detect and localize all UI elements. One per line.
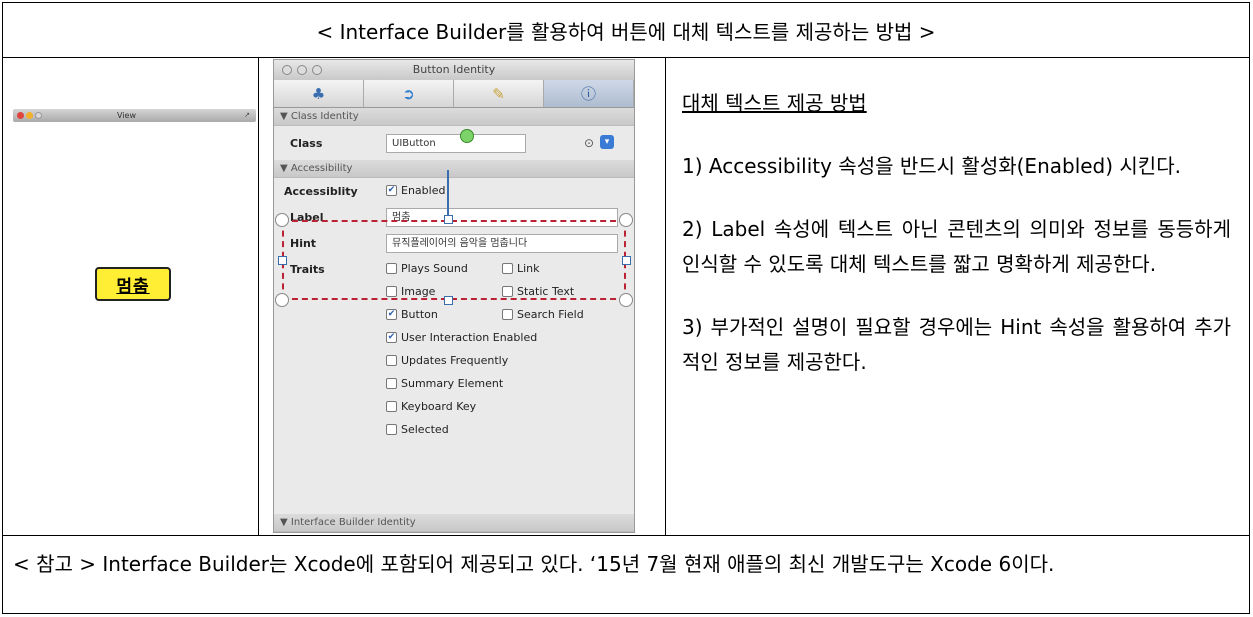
selected-checkbox[interactable]: Selected [386, 423, 449, 436]
view-window-titlebar: View ↗ [13, 109, 256, 122]
keyboard-key-checkbox[interactable]: Keyboard Key [386, 400, 476, 413]
checkmark-icon: ✔ [386, 185, 397, 196]
view-screenshot-cell: View ↗ 멈춤 [3, 58, 259, 536]
button-checkbox[interactable]: ✔ Button [386, 308, 438, 321]
accessibility-label: Accessiblity [284, 185, 358, 198]
class-identity-section[interactable]: ▼ Class Identity [274, 108, 634, 126]
accessibility-row: Accessiblity ✔ Enabled [274, 178, 634, 204]
zoom-icon [35, 112, 42, 119]
selection-handle [444, 296, 453, 305]
checkmark-icon: ✔ [386, 309, 397, 320]
corner-handle [275, 213, 289, 227]
summary-element-checkbox[interactable]: Summary Element [386, 377, 503, 390]
view-window-title: View [117, 111, 136, 120]
class-value: UIButton [392, 138, 436, 149]
method-heading: 대체 텍스트 제공 방법 [682, 91, 867, 115]
method-step-1: 1) Accessibility 속성을 반드시 활성화(Enabled) 시킨… [682, 154, 1181, 178]
document-table: < Interface Builder를 활용하여 버튼에 대체 텍스트를 제공… [2, 2, 1250, 614]
class-label: Class [290, 137, 323, 150]
connections-tab[interactable]: ➲ [364, 80, 454, 107]
connection-line [447, 170, 449, 216]
identity-tab[interactable]: ⓘ [544, 80, 634, 107]
class-row: Class UIButton ⊙ ▾ [274, 126, 634, 160]
enabled-label: Enabled [401, 184, 446, 197]
search-field-checkbox[interactable]: Search Field [502, 308, 584, 321]
inspector-tabs: ♣ ➲ ✎ ⓘ [274, 80, 634, 108]
resize-icon: ↗ [244, 111, 250, 119]
checkmark-icon: ✔ [386, 332, 397, 343]
class-field[interactable]: UIButton [386, 134, 526, 153]
method-step-3: 3) 부가적인 설명이 필요할 경우에는 Hint 속성을 활용하여 추가적인 … [682, 315, 1231, 374]
connection-handle-icon [460, 129, 474, 143]
method-cell: 대체 텍스트 제공 방법 1) Accessibility 속성을 반드시 활성… [666, 58, 1249, 536]
enabled-checkbox[interactable]: ✔ Enabled [386, 184, 445, 197]
identity-icon: ⓘ [580, 85, 596, 103]
inspector-titlebar: Button Identity [274, 60, 634, 80]
user-interaction-checkbox[interactable]: ✔ User Interaction Enabled [386, 331, 537, 344]
table-title: < Interface Builder를 활용하여 버튼에 대체 텍스트를 제공… [3, 3, 1249, 58]
accessibility-section[interactable]: ▼ Accessibility [274, 160, 634, 178]
selection-handle [444, 215, 453, 224]
size-tab[interactable]: ✎ [454, 80, 544, 107]
goto-icon[interactable]: ⊙ [584, 136, 594, 150]
inspector-panel: Button Identity ♣ ➲ ✎ ⓘ ▼ Class Identity… [273, 59, 635, 533]
zoom-icon[interactable] [312, 65, 322, 75]
attributes-tab[interactable]: ♣ [274, 80, 364, 107]
stop-button-label: 멈춤 [116, 276, 150, 297]
dropdown-icon[interactable]: ▾ [600, 135, 614, 149]
close-icon[interactable] [282, 65, 292, 75]
close-icon [17, 112, 24, 119]
connections-icon: ➲ [402, 84, 415, 103]
minimize-icon[interactable] [297, 65, 307, 75]
size-icon: ✎ [492, 84, 505, 103]
corner-handle [619, 213, 633, 227]
stop-button[interactable]: 멈춤 [95, 267, 171, 301]
corner-handle [275, 293, 289, 307]
minimize-icon [26, 112, 33, 119]
corner-handle [619, 293, 633, 307]
inspector-screenshot-cell: Button Identity ♣ ➲ ✎ ⓘ ▼ Class Identity… [259, 58, 666, 536]
content-row: View ↗ 멈춤 Button Identity ♣ ➲ ✎ ⓘ ▼ Clas… [3, 58, 1249, 536]
selection-handle [278, 256, 287, 265]
selection-outline [282, 220, 626, 300]
selection-handle [622, 256, 631, 265]
ib-identity-section[interactable]: ▼ Interface Builder Identity [274, 514, 634, 532]
method-step-2: 2) Label 속성에 텍스트 아닌 콘텐츠의 의미와 정보를 동등하게 인식… [682, 217, 1231, 276]
reference-note: < 참고 > Interface Builder는 Xcode에 포함되어 제공… [13, 552, 1055, 576]
updates-frequently-checkbox[interactable]: Updates Frequently [386, 354, 508, 367]
attributes-icon: ♣ [311, 84, 326, 103]
inspector-title: Button Identity [412, 63, 496, 76]
